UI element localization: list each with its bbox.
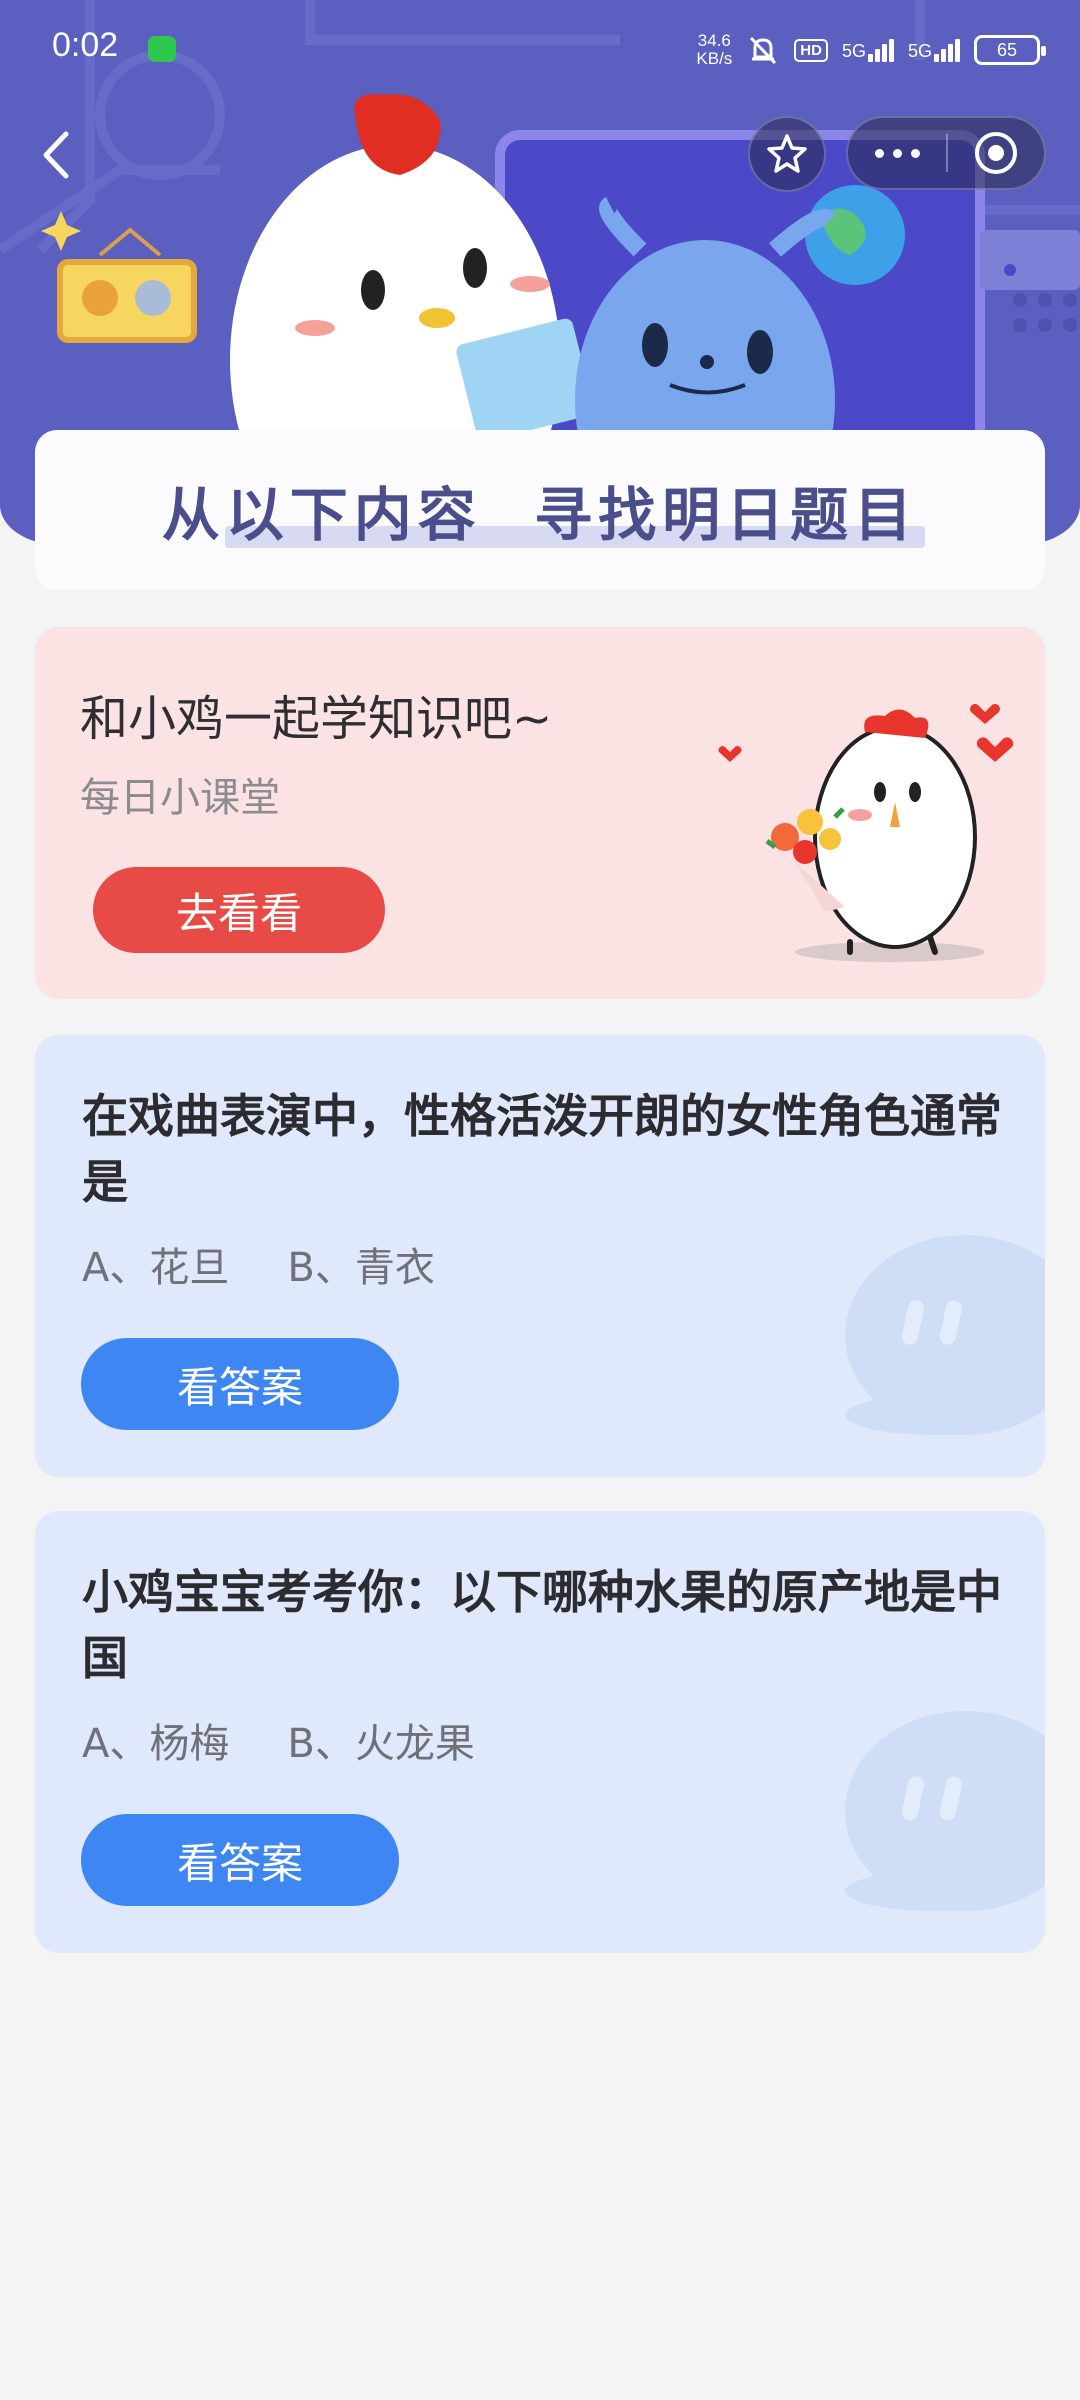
more-icon: [874, 148, 884, 158]
signal-icon-2: 5G: [907, 38, 960, 62]
battery-icon: 65: [974, 35, 1046, 65]
status-bar: 0:02 34.6 KB/s HD 5G 5G 65: [0, 0, 1080, 100]
option-a: A、花旦: [82, 1245, 230, 1291]
question-options: A、杨梅 B、火龙果: [82, 1711, 475, 1769]
back-button[interactable]: [28, 120, 88, 190]
option-a: A、杨梅: [82, 1721, 230, 1767]
lesson-card[interactable]: 和小鸡一起学知识吧~ 每日小课堂 去看看: [35, 627, 1045, 999]
lesson-card-subtitle: 每日小课堂: [80, 775, 280, 821]
lesson-card-title: 和小鸡一起学知识吧~: [80, 691, 553, 747]
battery-level: 65: [996, 39, 1018, 60]
speech-bubble-icon: [845, 1711, 1045, 1911]
wechat-icon: [148, 36, 176, 62]
question-options: A、花旦 B、青衣: [82, 1235, 435, 1293]
more-button[interactable]: [848, 116, 946, 190]
network-speed: 34.6 KB/s: [696, 32, 732, 68]
question-text: 小鸡宝宝考考你：以下哪种水果的原产地是中国: [82, 1565, 1002, 1685]
mute-bell-icon: [750, 36, 777, 65]
star-icon: [767, 134, 807, 173]
question-text: 在戏曲表演中，性格活泼开朗的女性角色通常是: [82, 1089, 1002, 1209]
sim2-label: 5G: [907, 40, 932, 61]
miniprogram-capsule: [846, 116, 1046, 190]
option-b: B、火龙果: [287, 1721, 475, 1767]
status-indicators: 34.6 KB/s HD 5G 5G 65: [696, 28, 1046, 72]
network-speed-unit: KB/s: [696, 49, 733, 68]
status-time: 0:02: [52, 26, 119, 64]
close-miniprogram-button[interactable]: [948, 116, 1044, 190]
go-see-button[interactable]: 去看看: [93, 867, 385, 953]
banner-title: 从以下内容 寻找明日题目: [161, 481, 919, 549]
favorite-button[interactable]: [748, 116, 826, 192]
hd-voice-badge: HD: [794, 38, 828, 62]
view-answer-button[interactable]: 看答案: [81, 1814, 399, 1906]
network-speed-value: 34.6: [697, 31, 731, 50]
option-b: B、青衣: [287, 1245, 435, 1291]
close-target-icon: [974, 132, 1017, 174]
question-card: 在戏曲表演中，性格活泼开朗的女性角色通常是 A、花旦 B、青衣 看答案: [35, 1035, 1045, 1477]
signal-icon: 5G: [841, 38, 894, 62]
view-answer-button[interactable]: 看答案: [81, 1338, 399, 1430]
banner-title-card: 从以下内容 寻找明日题目: [35, 430, 1045, 590]
speech-bubble-icon: [845, 1235, 1045, 1435]
question-card: 小鸡宝宝考考你：以下哪种水果的原产地是中国 A、杨梅 B、火龙果 看答案: [35, 1511, 1045, 1953]
chick-with-flowers-illustration: [718, 704, 1014, 962]
back-icon: [43, 131, 69, 179]
sim1-label: 5G: [841, 40, 866, 61]
